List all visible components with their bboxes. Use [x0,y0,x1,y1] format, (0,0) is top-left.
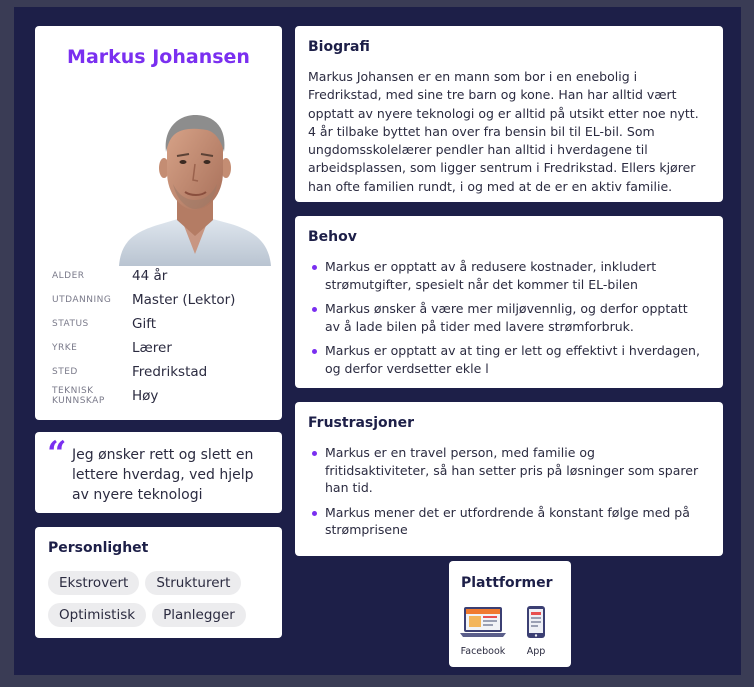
needs-list: Markus er opptatt av å redusere kostnade… [308,258,703,384]
bullet-dot-icon [312,265,317,270]
biography-title: Biografi [308,39,370,55]
trait-chip: Strukturert [145,571,242,595]
bullet-dot-icon [312,510,317,516]
profile-card: Markus Johansen ALDER 44 år UTDANNING Ma… [35,26,282,420]
phone-icon [527,606,545,638]
personality-card: Personlighet Ekstrovert Strukturert Opti… [35,527,282,638]
quote-mark-icon: “ [47,434,67,474]
needs-card: Behov Markus er opptatt av å redusere ko… [295,216,723,388]
list-item-text: Markus ønsker å være mer miljøvennlig, o… [325,301,688,334]
attr-row-education: UTDANNING Master (Lektor) [52,288,272,312]
platform-facebook: Facebook [460,606,506,657]
bullet-dot-icon [312,349,317,354]
quote-text: Jeg ønsker rett og slett en lettere hver… [72,447,254,503]
platforms-card: Plattformer Facebook App [449,561,571,667]
platform-label: App [526,646,546,657]
attr-row-status: STATUS Gift [52,312,272,336]
list-item: Markus mener det er utfordrende å konsta… [308,504,703,539]
attr-value: Høy [132,388,159,404]
bullet-dot-icon [312,307,317,312]
frustrations-title: Frustrasjoner [308,415,415,431]
list-item: Markus ønsker å være mer miljøvennlig, o… [308,300,703,335]
trait-chip: Planlegger [152,603,246,627]
list-item-text: Markus mener det er utfordrende å konsta… [325,504,690,538]
personality-title: Personlighet [48,540,149,556]
platform-label: Facebook [460,646,506,657]
bullet-dot-icon [312,451,317,456]
attr-label: STED [52,367,78,377]
quote-card: “ Jeg ønsker rett og slett en lettere hv… [35,432,282,513]
attr-value: Master (Lektor) [132,292,236,308]
attr-value: Lærer [132,340,172,356]
attr-row-occupation: YRKE Lærer [52,336,272,360]
attr-row-age: ALDER 44 år [52,264,272,288]
laptop-icon [460,607,506,637]
trait-chip: Ekstrovert [48,571,140,595]
trait-chips: Ekstrovert Strukturert Optimistisk Planl… [48,571,276,627]
frustrations-card: Frustrasjoner Markus er en travel person… [295,402,723,556]
attribute-list: ALDER 44 år UTDANNING Master (Lektor) ST… [52,264,272,408]
attr-value: Gift [132,316,157,332]
persona-name: Markus Johansen [67,46,250,68]
attr-label: UTDANNING [52,295,112,305]
list-item: Markus er opptatt av at ting er lett og … [308,342,703,377]
trait-chip: Optimistisk [48,603,147,627]
frustrations-list: Markus er en travel person, med familie … [308,444,703,546]
needs-title: Behov [308,229,357,245]
list-item: Markus er en travel person, med familie … [308,444,703,497]
attr-label: TEKNISK KUNNSKAP [52,386,105,406]
portrait-photo [119,114,271,266]
attr-label: STATUS [52,319,89,329]
list-item-text: Markus er opptatt av at ting er lett og … [325,343,700,376]
list-item-text: Markus er opptatt av å redusere kostnade… [325,259,657,292]
attr-value: Fredrikstad [132,364,208,380]
biography-card: Biografi Markus Johansen er en mann som … [295,26,723,202]
attr-label: YRKE [52,343,78,353]
biography-text: Markus Johansen er en mann som bor i en … [308,69,699,194]
attr-label: ALDER [52,271,85,281]
list-item-text: Markus er en travel person, med familie … [325,445,699,495]
attr-row-location: STED Fredrikstad [52,360,272,384]
platform-app: App [522,606,550,657]
attr-row-tech-knowledge: TEKNISK KUNNSKAP Høy [52,384,272,408]
platforms-title: Plattformer [461,575,553,591]
attr-value: 44 år [132,268,168,284]
list-item: Markus er opptatt av å redusere kostnade… [308,258,703,293]
